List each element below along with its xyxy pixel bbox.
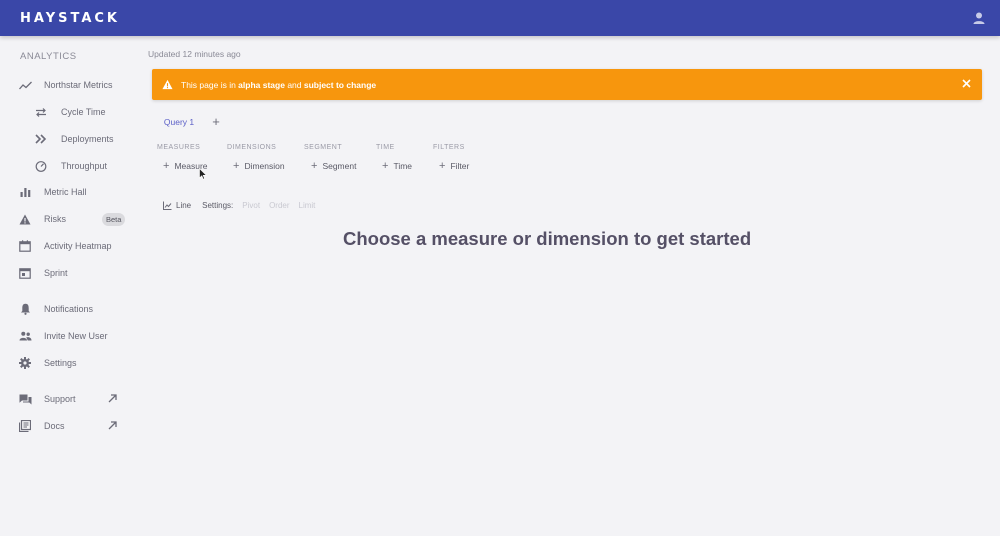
sidebar-item-label: Throughput: [61, 161, 108, 171]
category-label-measures: MEASURES: [157, 144, 201, 151]
sidebar-item-docs[interactable]: Docs: [0, 415, 138, 437]
last-updated-text: Updated 12 minutes ago: [148, 49, 241, 59]
pivot-setting[interactable]: Pivot: [242, 201, 260, 210]
sidebar-item-metric-hall[interactable]: Metric Hall: [0, 181, 138, 203]
sidebar-item-label: Invite New User: [44, 331, 108, 341]
alpha-stage-alert: This page is in alpha stage and subject …: [152, 69, 982, 100]
category-label-segment: SEGMENT: [304, 144, 343, 151]
sidebar-item-invite-new-user[interactable]: Invite New User: [0, 325, 138, 347]
add-filter-button[interactable]: + Filter: [439, 158, 469, 174]
empty-state-message: Choose a measure or dimension to get sta…: [343, 228, 752, 249]
sidebar-item-northstar-metrics[interactable]: Northstar Metrics: [0, 74, 138, 96]
sidebar-item-activity-heatmap[interactable]: Activity Heatmap: [0, 235, 138, 257]
speedometer-icon: [34, 159, 48, 173]
double-chevron-icon: [34, 132, 48, 146]
warning-icon: [18, 212, 32, 226]
add-segment-button[interactable]: + Segment: [311, 158, 356, 174]
sidebar-item-label: Docs: [44, 421, 65, 431]
sidebar-item-settings[interactable]: Settings: [0, 352, 138, 374]
warning-icon: [162, 79, 173, 90]
external-link-icon: [108, 421, 117, 430]
sidebar-item-sprint[interactable]: Sprint: [0, 262, 138, 284]
close-icon[interactable]: [961, 78, 972, 89]
library-icon: [18, 419, 32, 433]
tab-query-1[interactable]: Query 1: [156, 112, 202, 132]
calendar-day-icon: [18, 266, 32, 280]
sidebar-item-label: Notifications: [44, 304, 94, 314]
bar-chart-icon: [18, 185, 32, 199]
plus-icon: +: [233, 160, 240, 172]
add-dimension-button[interactable]: + Dimension: [233, 158, 285, 174]
user-account-icon[interactable]: [972, 11, 986, 25]
sidebar-item-label: Metric Hall: [44, 187, 87, 197]
sidebar-item-label: Risks: [44, 214, 66, 224]
people-icon: [18, 329, 32, 343]
sidebar-item-label: Sprint: [44, 268, 68, 278]
category-label-filters: FILTERS: [433, 144, 465, 151]
trending-icon: [18, 78, 32, 92]
sidebar-item-notifications[interactable]: Notifications: [0, 298, 138, 320]
order-setting[interactable]: Order: [269, 201, 289, 210]
sidebar-item-risks[interactable]: Risks Beta: [0, 208, 138, 230]
add-time-button[interactable]: + Time: [382, 158, 412, 174]
bell-icon: [18, 302, 32, 316]
plus-icon: +: [439, 160, 446, 172]
calendar-icon: [18, 239, 32, 253]
sidebar-item-label: Settings: [44, 358, 77, 368]
sidebar-heading: ANALYTICS: [20, 51, 77, 62]
add-query-button[interactable]: +: [208, 114, 224, 130]
beta-badge: Beta: [102, 213, 126, 226]
query-tabs: Query 1 +: [156, 112, 236, 132]
sidebar-item-support[interactable]: Support: [0, 388, 138, 410]
plus-icon: +: [163, 160, 170, 172]
category-label-dimensions: DIMENSIONS: [227, 144, 277, 151]
line-chart-icon: [163, 201, 172, 210]
chart-type-selector[interactable]: Line: [176, 201, 191, 210]
sidebar-item-throughput[interactable]: Throughput: [0, 155, 138, 177]
sidebar-item-cycle-time[interactable]: Cycle Time: [0, 101, 138, 123]
alert-text: This page is in alpha stage and subject …: [181, 79, 377, 90]
sidebar: ANALYTICS Northstar Metrics Cycle Time D…: [0, 36, 138, 536]
plus-icon: +: [382, 160, 389, 172]
mouse-pointer-icon: [199, 168, 207, 180]
sidebar-item-label: Northstar Metrics: [44, 80, 113, 90]
limit-setting[interactable]: Limit: [299, 201, 316, 210]
plus-icon: +: [311, 160, 318, 172]
cycle-icon: [34, 105, 48, 119]
chart-settings-row: Line Settings: Pivot Order Limit: [163, 198, 315, 212]
external-link-icon: [108, 394, 117, 403]
sidebar-item-label: Deployments: [61, 134, 114, 144]
chat-icon: [18, 392, 32, 406]
top-app-bar: HAYSTACK: [0, 0, 1000, 36]
sidebar-item-deployments[interactable]: Deployments: [0, 128, 138, 150]
gear-icon: [18, 356, 32, 370]
sidebar-item-label: Support: [44, 394, 76, 404]
category-label-time: TIME: [376, 144, 395, 151]
sidebar-item-label: Activity Heatmap: [44, 241, 112, 251]
settings-label: Settings:: [202, 200, 234, 210]
app-logo[interactable]: HAYSTACK: [20, 11, 120, 26]
sidebar-item-label: Cycle Time: [61, 107, 106, 117]
